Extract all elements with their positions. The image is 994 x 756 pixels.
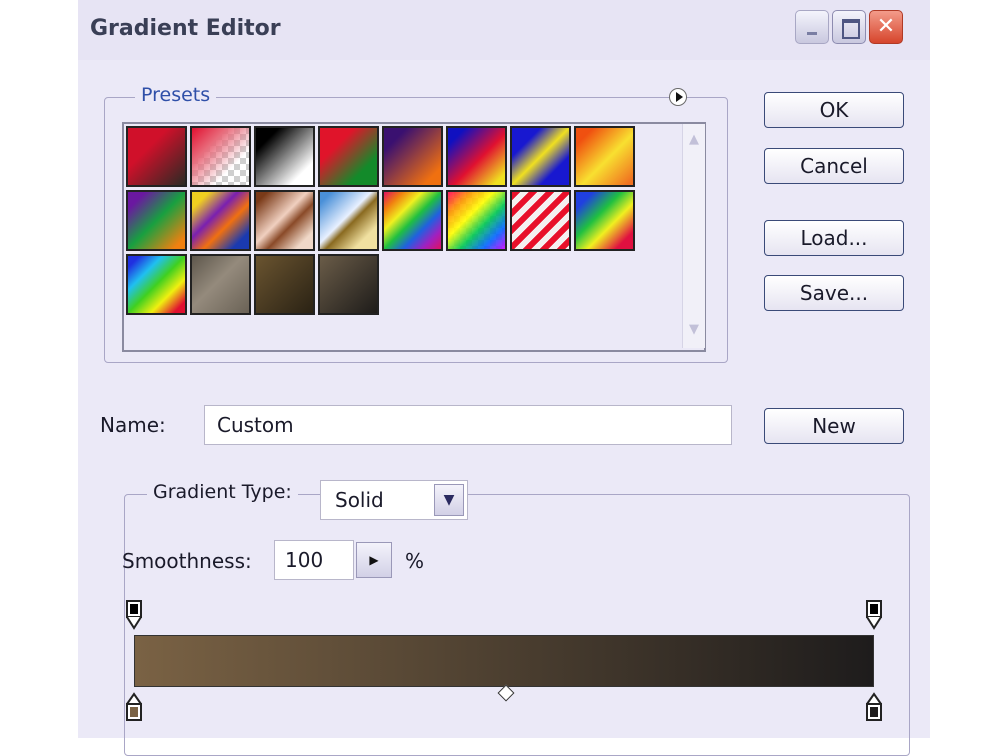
- preset-swatch[interactable]: [254, 126, 315, 187]
- title-bar[interactable]: Gradient Editor ✕: [78, 0, 930, 60]
- opacity-stop-icon[interactable]: [865, 600, 883, 630]
- presets-legend: Presets: [135, 84, 217, 106]
- preset-swatch[interactable]: [574, 190, 635, 251]
- maximize-button[interactable]: [832, 10, 866, 44]
- smoothness-input[interactable]: 100: [274, 540, 354, 580]
- percent-label: %: [405, 549, 425, 573]
- color-stop-icon[interactable]: [865, 692, 883, 721]
- minimize-button[interactable]: [795, 10, 829, 44]
- presets-scrollbar[interactable]: ▲ ▼: [682, 124, 705, 348]
- gradient-editor-window: Gradient Editor ✕ Presets ▲ ▼ OK Cancel …: [78, 0, 930, 756]
- name-input[interactable]: Custom: [204, 405, 732, 445]
- preset-swatch[interactable]: [446, 126, 507, 187]
- gradient-type-select[interactable]: Solid ▼: [320, 480, 468, 520]
- window-title: Gradient Editor: [90, 16, 281, 41]
- preset-swatch[interactable]: [382, 126, 443, 187]
- preset-swatch[interactable]: [190, 254, 251, 315]
- close-icon: ✕: [876, 14, 896, 39]
- save-button[interactable]: Save...: [764, 275, 904, 311]
- preset-swatch[interactable]: [254, 254, 315, 315]
- preset-swatch[interactable]: [318, 254, 379, 315]
- smoothness-label: Smoothness:: [122, 549, 252, 573]
- close-button[interactable]: ✕: [869, 10, 903, 44]
- opacity-stop-icon[interactable]: [125, 600, 143, 630]
- preset-swatch[interactable]: [190, 126, 251, 187]
- preset-swatch[interactable]: [510, 126, 571, 187]
- gradient-preview-bar[interactable]: [134, 635, 874, 687]
- preset-swatch[interactable]: [254, 190, 315, 251]
- new-button[interactable]: New: [764, 408, 904, 444]
- scroll-down-icon[interactable]: ▼: [684, 320, 704, 340]
- preset-swatch[interactable]: [190, 190, 251, 251]
- ok-button[interactable]: OK: [764, 92, 904, 128]
- presets-menu-icon[interactable]: [669, 88, 687, 106]
- color-stop-icon[interactable]: [125, 692, 143, 721]
- minimize-icon: [807, 32, 817, 35]
- preset-swatch[interactable]: [126, 190, 187, 251]
- preset-swatch[interactable]: [574, 126, 635, 187]
- cancel-button[interactable]: Cancel: [764, 148, 904, 184]
- preset-swatch[interactable]: [126, 254, 187, 315]
- name-label: Name:: [100, 413, 166, 437]
- gradient-type-label: Gradient Type:: [147, 481, 298, 503]
- preset-swatch[interactable]: [318, 126, 379, 187]
- gradient-type-value: Solid: [335, 488, 384, 512]
- smoothness-slider-button[interactable]: ▶: [356, 542, 392, 578]
- preset-swatch[interactable]: [318, 190, 379, 251]
- preset-swatch[interactable]: [382, 190, 443, 251]
- maximize-icon: [842, 19, 860, 39]
- load-button[interactable]: Load...: [764, 220, 904, 256]
- scroll-up-icon[interactable]: ▲: [684, 130, 704, 150]
- preset-swatch[interactable]: [446, 190, 507, 251]
- preset-swatch[interactable]: [510, 190, 571, 251]
- preset-swatch[interactable]: [126, 126, 187, 187]
- chevron-down-icon[interactable]: ▼: [434, 484, 464, 516]
- gradient-group: Gradient Type:: [124, 481, 910, 756]
